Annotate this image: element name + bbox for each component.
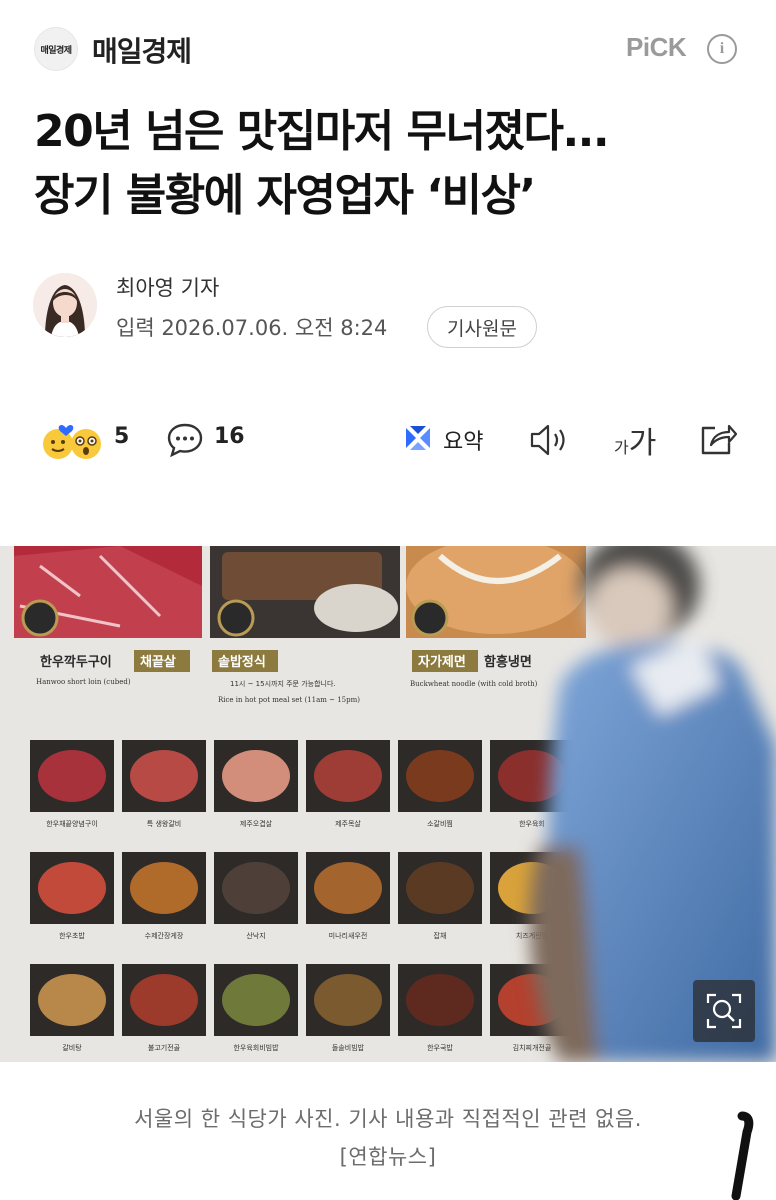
caption-text: 서울의 한 식당가 사진. 기사 내용과 직접적인 관련 없음. <box>134 1107 642 1131</box>
font-size-icon[interactable]: 가가 <box>614 418 656 462</box>
info-icon[interactable]: i <box>707 34 737 64</box>
menu-label-5: 함흥냉면 <box>484 654 532 670</box>
dish-label: 돌솥비빔밥 <box>332 1043 365 1052</box>
reporter-name[interactable]: 최아영 기자 <box>116 272 219 302</box>
dish-food <box>38 974 106 1026</box>
dish-food <box>314 750 382 802</box>
dish-label: 갈비탕 <box>62 1043 82 1052</box>
menu-sublabel-1: Hanwoo short loin (cubed) <box>36 678 131 686</box>
pick-label[interactable]: PiCK <box>626 32 687 63</box>
dish-food <box>130 974 198 1026</box>
drag-handle-mark <box>731 1111 754 1200</box>
article-photo[interactable]: 한우깍두구이 채끝살 Hanwoo short loin (cubed) 솥밥정… <box>0 546 776 1062</box>
dish-label: 한우육회 <box>519 820 545 828</box>
dish-food <box>406 974 474 1026</box>
menu-label-3: 솥밥정식 <box>218 654 266 670</box>
zoom-image-button[interactable] <box>693 980 755 1042</box>
article-title-line2: 장기 불황에 자영업자 ‘비상’ <box>34 170 536 221</box>
reaction-button[interactable] <box>36 418 108 464</box>
restaurant-menu-photo: 한우깍두구이 채끝살 Hanwoo short loin (cubed) 솥밥정… <box>0 546 776 1062</box>
summary-icon[interactable] <box>402 422 434 458</box>
dish-label: 미나리새우전 <box>329 931 368 940</box>
dish-label: 한우채끝양념구이 <box>46 819 98 828</box>
caption-source: [연합뉴스] <box>339 1145 437 1169</box>
article-toolbar: 5 16 요약 가가 <box>0 410 776 470</box>
dish-food <box>406 862 474 914</box>
article-title-line1: 20년 넘은 맛집마저 무너졌다... <box>34 106 610 157</box>
menu-sublabel-2: Rice in hot pot meal set (11am ~ 15pm) <box>218 696 360 704</box>
summary-button[interactable]: 요약 <box>443 424 483 456</box>
dish-food <box>222 750 290 802</box>
press-logo-text: 매일경제 <box>40 45 72 56</box>
dish-label: 산낙지 <box>246 931 265 940</box>
menu-label-1: 한우깍두구이 <box>40 654 112 670</box>
reaction-count: 5 <box>114 424 130 449</box>
dish-label: 제주오겹살 <box>240 819 273 828</box>
dish-food <box>222 862 290 914</box>
share-icon[interactable] <box>698 420 738 462</box>
dish-label: 김치찌개전골 <box>513 1043 552 1052</box>
menu-note: 11시 ~ 15시까지 주문 가능합니다. <box>230 679 336 688</box>
press-logo[interactable]: 매일경제 <box>34 27 78 71</box>
dish-label: 제주목살 <box>335 819 361 828</box>
dish-label: 잡채 <box>434 931 447 940</box>
font-size-big: 가 <box>628 426 657 461</box>
dish-label: 특 생왕갈비 <box>147 819 181 828</box>
menu-label-2: 채끝살 <box>140 654 176 670</box>
original-article-button[interactable]: 기사원문 <box>427 306 537 348</box>
photo-caption: 서울의 한 식당가 사진. 기사 내용과 직접적인 관련 없음. [연합뉴스] <box>0 1100 776 1176</box>
dish-label: 한우초밥 <box>59 931 85 940</box>
dish-label: 불고기전골 <box>148 1043 181 1052</box>
dish-label: 한우육회비빔밥 <box>233 1043 279 1052</box>
zoom-icon <box>706 993 742 1029</box>
article-title: 20년 넘은 맛집마저 무너졌다... 장기 불황에 자영업자 ‘비상’ <box>34 100 754 228</box>
dish-food <box>38 750 106 802</box>
dish-label: 수제간장게장 <box>145 931 184 940</box>
dish-food <box>130 862 198 914</box>
press-name[interactable]: 매일경제 <box>92 30 192 70</box>
reporter-avatar[interactable] <box>33 273 97 337</box>
press-header: 매일경제 매일경제 PiCK i <box>0 0 776 100</box>
audio-icon[interactable] <box>528 422 572 462</box>
dish-food <box>38 862 106 914</box>
menu-sublabel-3: Buckwheat noodle (with cold broth) <box>410 680 538 688</box>
dish-food <box>314 862 382 914</box>
dish-food <box>314 974 382 1026</box>
font-size-small: 가 <box>614 438 629 457</box>
published-time: 입력 2026.07.06. 오전 8:24 <box>116 316 388 340</box>
dish-food <box>406 750 474 802</box>
comment-icon[interactable] <box>166 422 204 462</box>
dish-food <box>130 750 198 802</box>
menu-label-4: 자가제면 <box>418 654 466 670</box>
dish-label: 소갈비찜 <box>427 819 453 828</box>
dish-food <box>222 974 290 1026</box>
dish-label: 한우국밥 <box>427 1043 453 1052</box>
comment-count: 16 <box>214 424 245 449</box>
reaction-emoji-icon <box>43 424 101 459</box>
